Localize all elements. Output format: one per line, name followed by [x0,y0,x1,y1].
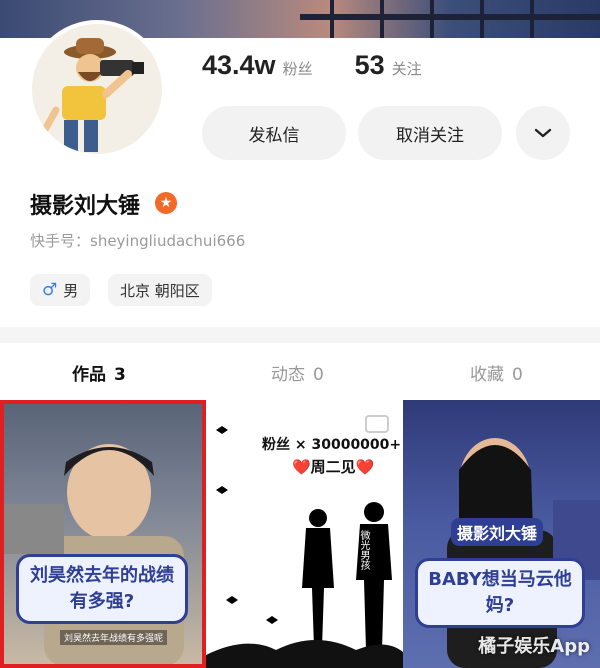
unfollow-label: 取消关注 [396,125,464,146]
gender-chip: ♂ 男 [30,274,91,306]
unfollow-button[interactable]: 取消关注 [358,106,502,160]
watermark: 橘子娱乐App [478,636,590,657]
tab-activity-label: 动态 [271,365,305,385]
profile-name: 摄影刘大锤 [30,194,141,219]
send-message-label: 发私信 [248,125,300,146]
post-3-caption: BABY想当马云他妈? [415,558,585,628]
tab-activity[interactable]: 动态 0 [271,360,324,385]
tab-favorites[interactable]: 收藏 0 [470,360,523,385]
chevron-down-icon [534,128,552,138]
more-options-button[interactable] [516,106,570,160]
profile-stats: 43.4w 粉丝 53 关注 [202,50,422,81]
male-icon: ♂ [42,280,58,300]
fans-count[interactable]: 43.4w [202,50,276,81]
verified-star-icon: ★ [155,192,177,214]
post-1-caption: 刘昊然去年的战绩有多强? [16,554,188,624]
post-3-overlay: 摄影刘大锤 [451,518,544,546]
tab-works[interactable]: 作品 3 [72,360,126,385]
banner-post [330,0,334,38]
tab-works-label: 作品 [72,365,106,385]
location-label: 北京 朝阳区 [120,281,200,300]
send-message-button[interactable]: 发私信 [202,106,346,160]
section-divider [0,327,600,343]
banner-pier [300,14,600,20]
location-chip: 北京 朝阳区 [108,274,212,306]
post-thumbnail-1[interactable]: 刘昊然去年的战绩有多强? 刘昊然去年战绩有多强呢 [0,400,206,668]
avatar[interactable] [28,20,166,158]
fans-label[interactable]: 粉丝 [283,58,313,79]
kuaishou-id[interactable]: 快手号：sheyingliudachui666 [30,230,245,251]
post-2-image [206,415,403,668]
gender-label: 男 [63,281,79,300]
post-1-subtitle: 刘昊然去年战绩有多强呢 [60,630,168,645]
banner-post [380,0,384,38]
tab-activity-count: 0 [313,365,324,385]
banner-post [430,0,434,38]
tab-favorites-count: 0 [512,365,523,385]
post-thumbnail-3[interactable]: 摄影刘大锤 BABY想当马云他妈? 橘子娱乐App [403,400,600,668]
photographer-avatar-illustration [32,24,162,154]
banner-post [480,0,484,38]
post-2-sign: 微光男孩 [358,530,369,570]
post-1-image [4,444,184,664]
post-thumbnail-2[interactable]: 粉丝 × 30000000+ ❤️周二见❤️ 微光男孩 [206,400,403,668]
tab-favorites-label: 收藏 [470,365,504,385]
following-label[interactable]: 关注 [392,58,422,79]
banner-post [530,0,534,38]
following-count[interactable]: 53 [355,50,385,81]
tab-works-count: 3 [114,365,126,385]
